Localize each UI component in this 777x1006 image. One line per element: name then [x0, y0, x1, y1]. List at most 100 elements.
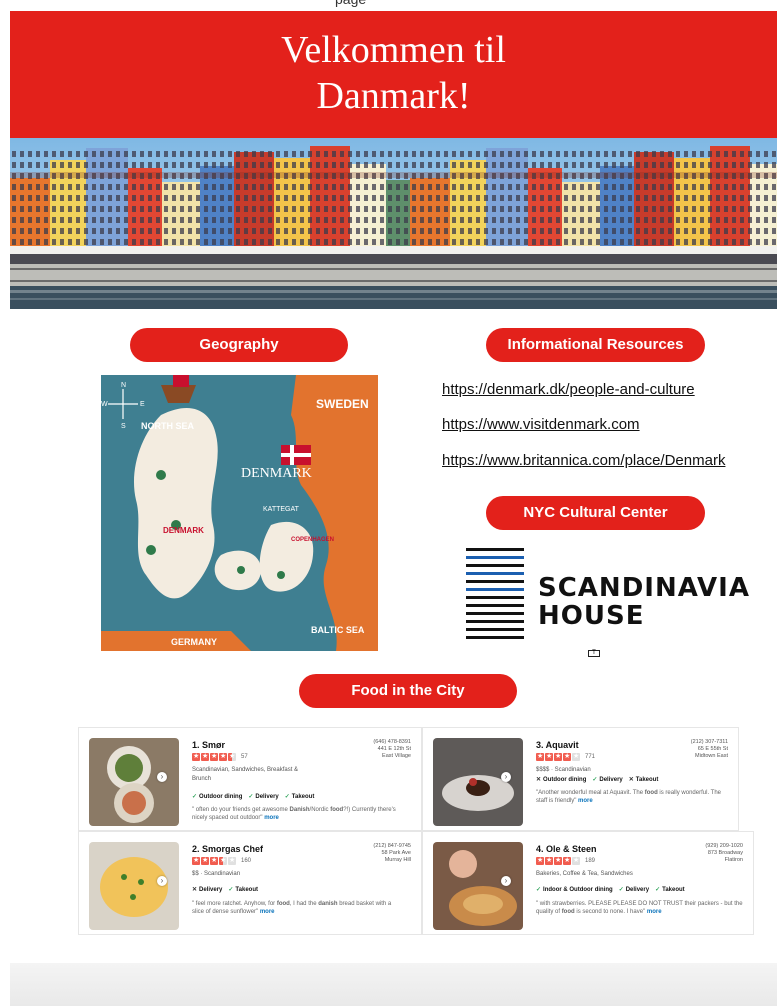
logo-line-1: SCANDINAVIA — [538, 573, 750, 603]
review-snippet: " with strawberries. PLEASE PLEASE DO NO… — [536, 901, 743, 915]
check-icon: ✓ — [618, 887, 624, 893]
star-icon — [228, 856, 236, 865]
star-icon — [545, 752, 553, 761]
text-cursor-marker: T — [588, 650, 600, 657]
restaurant-grid: › 1. Smør (646) 478-8391 441 E 12th St Eas… — [78, 727, 754, 935]
feature-label: Takeout — [635, 777, 659, 783]
review-snippet: "Another wonderful meal at Aquavit. The … — [536, 790, 722, 804]
denmark-label: DENMARK — [241, 466, 312, 481]
check-icon: ✓ — [228, 887, 234, 893]
feature-label: Delivery — [199, 887, 223, 893]
feature-label: Takeout — [662, 887, 685, 893]
feature-label: Indoor & Outdoor dining — [543, 887, 613, 893]
restaurant-card-ole-steen[interactable]: › 4. Ole & Steen (929) 209-1020 873 Broad… — [422, 831, 754, 935]
star-icon — [563, 856, 571, 865]
star-icon — [554, 752, 562, 761]
welcome-banner: Velkommen til Danmark! — [10, 11, 777, 138]
restaurant-categories: $$$$ · Scandinavian — [536, 767, 591, 773]
star-icon — [201, 752, 209, 761]
feature-label: Takeout — [291, 794, 315, 800]
restaurant-categories: $$ · Scandinavian — [192, 871, 241, 877]
star-icon — [572, 752, 580, 761]
compass-n: N — [121, 382, 126, 389]
feature-label: Delivery — [625, 887, 650, 893]
review-snippet: " feel more ratchet. Anyhow, for food, I… — [192, 901, 392, 915]
restaurant-name[interactable]: 1. Smør — [192, 740, 225, 750]
restaurant-card-smorgas-chef[interactable]: › 2. Smorgas Chef (212) 847-9745 58 Park … — [78, 831, 422, 935]
restaurant-photo — [433, 842, 523, 930]
star-icon — [201, 856, 209, 865]
restaurant-card-smor[interactable]: › 1. Smør (646) 478-8391 441 E 12th St Eas… — [78, 727, 422, 831]
restaurant-name[interactable]: 3. Aquavit — [536, 740, 579, 750]
restaurant-contact: (212) 307-7311 65 E 55th St Midtown East — [690, 739, 728, 759]
star-icon — [563, 752, 571, 761]
next-photo-arrow[interactable]: › — [157, 772, 167, 782]
next-photo-arrow[interactable]: › — [501, 772, 511, 782]
restaurant-contact: (212) 847-9745 58 Park Ave Murray Hill — [373, 843, 411, 863]
rating-stars: 57 — [192, 752, 248, 762]
star-icon — [545, 856, 553, 865]
restaurant-name[interactable]: 4. Ole & Steen — [536, 844, 597, 854]
feature-label: Delivery — [599, 777, 623, 783]
star-icon — [219, 752, 227, 761]
compass-s: S — [121, 423, 126, 430]
nyhavn-image — [10, 138, 777, 309]
next-photo-arrow[interactable]: › — [501, 876, 511, 886]
denmark-small-label: DENMARK — [163, 526, 204, 535]
star-icon — [228, 752, 236, 761]
rating-stars: 771 — [536, 752, 595, 762]
review-snippet: " often do your friends get awesome Dani… — [192, 807, 396, 821]
top-cut-text: page — [0, 0, 777, 10]
restaurant-contact: (646) 478-8391 441 E 12th St East Village — [373, 739, 411, 759]
scandinavia-house-logo: SCANDINAVIA HOUSE — [466, 548, 749, 644]
copenhagen-label: COPENHAGEN — [291, 537, 334, 543]
restaurant-photo — [89, 842, 179, 930]
compass-w: W — [101, 401, 108, 408]
denmark-map: N S E W NORTH SEA SWEDEN DENMARK DENMARK… — [101, 375, 378, 651]
germany-label: GERMANY — [171, 637, 217, 647]
x-icon: ✕ — [192, 887, 198, 893]
restaurant-contact: (929) 209-1020 873 Broadway Flatiron — [705, 843, 743, 863]
link-britannica[interactable]: https://www.britannica.com/place/Denmark — [442, 452, 725, 469]
restaurant-categories: Bakeries, Coffee & Tea, Sandwiches — [536, 871, 633, 877]
sweden-label: SWEDEN — [316, 397, 369, 411]
compass-e: E — [140, 401, 145, 408]
restaurant-name[interactable]: 2. Smorgas Chef — [192, 844, 263, 854]
cultural-center-heading: NYC Cultural Center — [486, 496, 705, 530]
more-link[interactable]: more — [264, 815, 279, 821]
next-photo-arrow[interactable]: › — [157, 876, 167, 886]
x-icon: ✕ — [536, 777, 542, 783]
logo-line-2: HOUSE — [538, 601, 645, 631]
star-icon — [536, 856, 544, 865]
kattegat-label: KATTEGAT — [263, 506, 300, 513]
check-icon: ✓ — [536, 887, 542, 893]
check-icon: ✓ — [248, 794, 254, 800]
restaurant-card-aquavit[interactable]: › 3. Aquavit (212) 307-7311 65 E 55th St M… — [422, 727, 739, 831]
check-icon: ✓ — [192, 794, 198, 800]
link-visitdenmark[interactable]: https://www.visitdenmark.com — [442, 416, 640, 433]
x-icon: ✕ — [628, 777, 634, 783]
restaurant-features: ✕ Delivery ✓ Takeout — [192, 886, 264, 893]
star-icon — [572, 856, 580, 865]
geography-heading: Geography — [130, 328, 348, 362]
star-icon — [192, 752, 200, 761]
more-link[interactable]: more — [647, 909, 662, 915]
more-link[interactable]: more — [260, 909, 275, 915]
restaurant-features: ✓ Outdoor dining ✓ Delivery ✓ Takeout — [192, 793, 320, 800]
page-footer — [10, 963, 777, 1006]
check-icon: ✓ — [655, 887, 661, 893]
banner-line-1: Velkommen til — [281, 29, 506, 71]
jutland-land — [133, 407, 218, 599]
check-icon: ✓ — [592, 777, 598, 783]
star-icon — [219, 856, 227, 865]
more-link[interactable]: more — [578, 798, 593, 804]
restaurant-photo — [89, 738, 179, 826]
food-heading: Food in the City — [299, 674, 517, 708]
star-icon — [554, 856, 562, 865]
banner-line-2: Danmark! — [316, 75, 471, 117]
link-denmark-dk[interactable]: https://denmark.dk/people-and-culture — [442, 381, 695, 398]
star-icon — [192, 856, 200, 865]
feature-label: Outdoor dining — [543, 777, 587, 783]
star-icon — [210, 856, 218, 865]
restaurant-features: ✕ Outdoor dining ✓ Delivery ✕ Takeout — [536, 776, 664, 783]
